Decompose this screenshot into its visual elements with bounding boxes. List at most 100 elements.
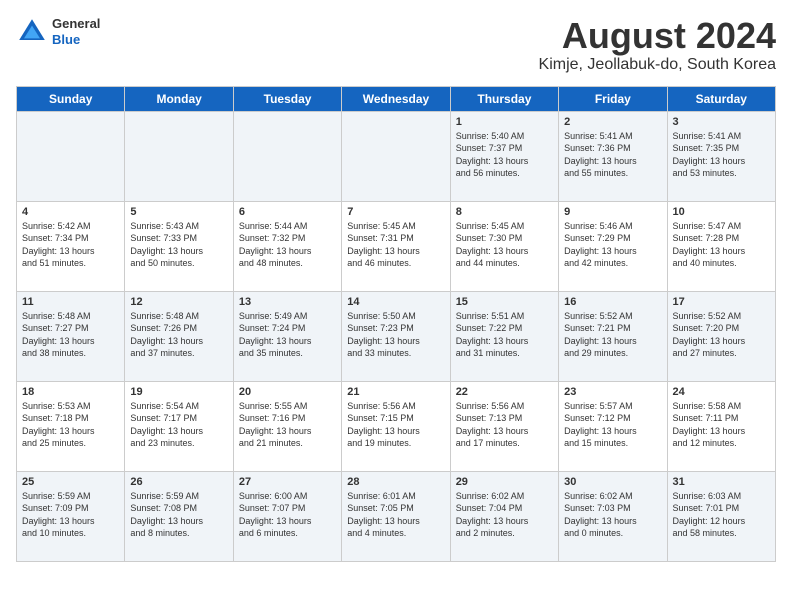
day-number: 30 bbox=[564, 476, 661, 488]
cell-week5-day0: 25 Sunrise: 5:59 AM Sunset: 7:09 PM Dayli… bbox=[17, 471, 125, 561]
logo: General Blue bbox=[16, 16, 100, 48]
col-monday: Monday bbox=[125, 86, 233, 111]
day-info: Sunrise: 5:50 AM Sunset: 7:23 PM Dayligh… bbox=[347, 310, 444, 360]
col-saturday: Saturday bbox=[667, 86, 775, 111]
cell-week1-day1 bbox=[125, 111, 233, 201]
day-info: Sunrise: 5:45 AM Sunset: 7:31 PM Dayligh… bbox=[347, 220, 444, 270]
col-wednesday: Wednesday bbox=[342, 86, 450, 111]
day-number: 22 bbox=[456, 386, 553, 398]
day-info: Sunrise: 5:57 AM Sunset: 7:12 PM Dayligh… bbox=[564, 400, 661, 450]
day-info: Sunrise: 5:54 AM Sunset: 7:17 PM Dayligh… bbox=[130, 400, 227, 450]
day-number: 2 bbox=[564, 116, 661, 128]
cell-week1-day3 bbox=[342, 111, 450, 201]
day-info: Sunrise: 5:59 AM Sunset: 7:08 PM Dayligh… bbox=[130, 490, 227, 540]
day-number: 18 bbox=[22, 386, 119, 398]
day-info: Sunrise: 6:02 AM Sunset: 7:04 PM Dayligh… bbox=[456, 490, 553, 540]
cell-week2-day0: 4Sunrise: 5:42 AM Sunset: 7:34 PM Daylig… bbox=[17, 201, 125, 291]
cell-week3-day3: 14 Sunrise: 5:50 AM Sunset: 7:23 PM Dayli… bbox=[342, 291, 450, 381]
day-number: 6 bbox=[239, 206, 336, 218]
cell-week3-day4: 15 Sunrise: 5:51 AM Sunset: 7:22 PM Dayli… bbox=[450, 291, 558, 381]
cell-week4-day1: 19 Sunrise: 5:54 AM Sunset: 7:17 PM Dayli… bbox=[125, 381, 233, 471]
col-tuesday: Tuesday bbox=[233, 86, 341, 111]
day-info: Sunrise: 5:41 AM Sunset: 7:35 PM Dayligh… bbox=[673, 130, 770, 180]
day-info: Sunrise: 5:59 AM Sunset: 7:09 PM Dayligh… bbox=[22, 490, 119, 540]
col-sunday: Sunday bbox=[17, 86, 125, 111]
col-friday: Friday bbox=[559, 86, 667, 111]
cell-week5-day6: 31 Sunrise: 6:03 AM Sunset: 7:01 PM Dayli… bbox=[667, 471, 775, 561]
day-info: Sunrise: 5:51 AM Sunset: 7:22 PM Dayligh… bbox=[456, 310, 553, 360]
cell-week5-day4: 29 Sunrise: 6:02 AM Sunset: 7:04 PM Dayli… bbox=[450, 471, 558, 561]
cell-week2-day1: 5 Sunrise: 5:43 AM Sunset: 7:33 PM Daylig… bbox=[125, 201, 233, 291]
day-number: 5 bbox=[130, 206, 227, 218]
calendar-title: August 2024 bbox=[539, 16, 776, 56]
col-thursday: Thursday bbox=[450, 86, 558, 111]
day-info: Sunrise: 5:41 AM Sunset: 7:36 PM Dayligh… bbox=[564, 130, 661, 180]
day-info: Sunrise: 5:44 AM Sunset: 7:32 PM Dayligh… bbox=[239, 220, 336, 270]
cell-week4-day5: 23 Sunrise: 5:57 AM Sunset: 7:12 PM Dayli… bbox=[559, 381, 667, 471]
day-number: 8 bbox=[456, 206, 553, 218]
day-number: 16 bbox=[564, 296, 661, 308]
cell-week2-day4: 8 Sunrise: 5:45 AM Sunset: 7:30 PM Daylig… bbox=[450, 201, 558, 291]
cell-week5-day2: 27Sunrise: 6:00 AM Sunset: 7:07 PM Dayli… bbox=[233, 471, 341, 561]
logo-text: General Blue bbox=[52, 16, 100, 47]
cell-week1-day4: 1Sunrise: 5:40 AM Sunset: 7:37 PM Daylig… bbox=[450, 111, 558, 201]
cell-week5-day1: 26 Sunrise: 5:59 AM Sunset: 7:08 PM Dayli… bbox=[125, 471, 233, 561]
day-number: 14 bbox=[347, 296, 444, 308]
day-info: Sunrise: 5:56 AM Sunset: 7:13 PM Dayligh… bbox=[456, 400, 553, 450]
cell-week1-day2 bbox=[233, 111, 341, 201]
title-section: August 2024 Kimje, Jeollabuk-do, South K… bbox=[539, 16, 776, 74]
week-row-1: 1Sunrise: 5:40 AM Sunset: 7:37 PM Daylig… bbox=[17, 111, 776, 201]
day-number: 3 bbox=[673, 116, 770, 128]
day-number: 11 bbox=[22, 296, 119, 308]
cell-week1-day5: 2 Sunrise: 5:41 AM Sunset: 7:36 PM Daylig… bbox=[559, 111, 667, 201]
cell-week4-day4: 22 Sunrise: 5:56 AM Sunset: 7:13 PM Dayli… bbox=[450, 381, 558, 471]
day-info: Sunrise: 5:48 AM Sunset: 7:26 PM Dayligh… bbox=[130, 310, 227, 360]
calendar-table: Sunday Monday Tuesday Wednesday Thursday… bbox=[16, 86, 776, 562]
day-number: 21 bbox=[347, 386, 444, 398]
calendar-subtitle: Kimje, Jeollabuk-do, South Korea bbox=[539, 56, 776, 74]
logo-icon bbox=[16, 16, 48, 48]
day-info: Sunrise: 5:47 AM Sunset: 7:28 PM Dayligh… bbox=[673, 220, 770, 270]
day-number: 23 bbox=[564, 386, 661, 398]
day-info: Sunrise: 5:58 AM Sunset: 7:11 PM Dayligh… bbox=[673, 400, 770, 450]
day-info: Sunrise: 5:42 AM Sunset: 7:34 PM Dayligh… bbox=[22, 220, 119, 270]
day-info: Sunrise: 5:52 AM Sunset: 7:20 PM Dayligh… bbox=[673, 310, 770, 360]
week-row-2: 4Sunrise: 5:42 AM Sunset: 7:34 PM Daylig… bbox=[17, 201, 776, 291]
day-number: 15 bbox=[456, 296, 553, 308]
header: General Blue August 2024 Kimje, Jeollabu… bbox=[16, 16, 776, 74]
day-info: Sunrise: 5:55 AM Sunset: 7:16 PM Dayligh… bbox=[239, 400, 336, 450]
logo-general-text: General bbox=[52, 16, 100, 32]
day-number: 24 bbox=[673, 386, 770, 398]
day-number: 26 bbox=[130, 476, 227, 488]
day-number: 31 bbox=[673, 476, 770, 488]
day-number: 29 bbox=[456, 476, 553, 488]
cell-week1-day0 bbox=[17, 111, 125, 201]
day-number: 12 bbox=[130, 296, 227, 308]
week-row-5: 25 Sunrise: 5:59 AM Sunset: 7:09 PM Dayli… bbox=[17, 471, 776, 561]
day-info: Sunrise: 6:00 AM Sunset: 7:07 PM Dayligh… bbox=[239, 490, 336, 540]
day-info: Sunrise: 5:53 AM Sunset: 7:18 PM Dayligh… bbox=[22, 400, 119, 450]
day-number: 20 bbox=[239, 386, 336, 398]
day-number: 28 bbox=[347, 476, 444, 488]
cell-week5-day3: 28Sunrise: 6:01 AM Sunset: 7:05 PM Dayli… bbox=[342, 471, 450, 561]
day-number: 9 bbox=[564, 206, 661, 218]
cell-week4-day3: 21 Sunrise: 5:56 AM Sunset: 7:15 PM Dayli… bbox=[342, 381, 450, 471]
day-info: Sunrise: 6:03 AM Sunset: 7:01 PM Dayligh… bbox=[673, 490, 770, 540]
day-info: Sunrise: 5:48 AM Sunset: 7:27 PM Dayligh… bbox=[22, 310, 119, 360]
day-info: Sunrise: 5:52 AM Sunset: 7:21 PM Dayligh… bbox=[564, 310, 661, 360]
day-info: Sunrise: 5:56 AM Sunset: 7:15 PM Dayligh… bbox=[347, 400, 444, 450]
cell-week1-day6: 3 Sunrise: 5:41 AM Sunset: 7:35 PM Daylig… bbox=[667, 111, 775, 201]
cell-week2-day3: 7Sunrise: 5:45 AM Sunset: 7:31 PM Daylig… bbox=[342, 201, 450, 291]
cell-week5-day5: 30Sunrise: 6:02 AM Sunset: 7:03 PM Dayli… bbox=[559, 471, 667, 561]
cell-week4-day2: 20 Sunrise: 5:55 AM Sunset: 7:16 PM Dayli… bbox=[233, 381, 341, 471]
cell-week3-day2: 13Sunrise: 5:49 AM Sunset: 7:24 PM Dayli… bbox=[233, 291, 341, 381]
day-number: 25 bbox=[22, 476, 119, 488]
day-number: 17 bbox=[673, 296, 770, 308]
cell-week3-day1: 12 Sunrise: 5:48 AM Sunset: 7:26 PM Dayli… bbox=[125, 291, 233, 381]
cell-week2-day5: 9Sunrise: 5:46 AM Sunset: 7:29 PM Daylig… bbox=[559, 201, 667, 291]
day-info: Sunrise: 5:45 AM Sunset: 7:30 PM Dayligh… bbox=[456, 220, 553, 270]
day-number: 19 bbox=[130, 386, 227, 398]
cell-week3-day6: 17 Sunrise: 5:52 AM Sunset: 7:20 PM Dayli… bbox=[667, 291, 775, 381]
day-info: Sunrise: 5:43 AM Sunset: 7:33 PM Dayligh… bbox=[130, 220, 227, 270]
week-row-4: 18 Sunrise: 5:53 AM Sunset: 7:18 PM Dayli… bbox=[17, 381, 776, 471]
